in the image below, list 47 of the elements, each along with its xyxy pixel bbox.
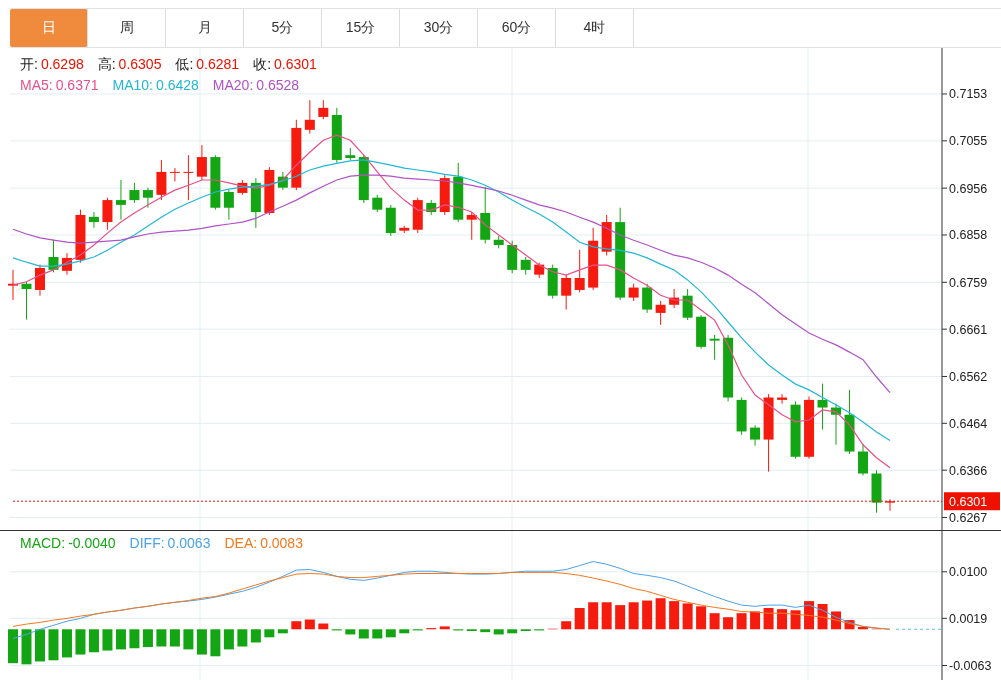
legend-label: MA5: xyxy=(20,77,53,94)
legend-label: 开: xyxy=(20,56,38,73)
y-tick-label: 0.0019 xyxy=(949,611,988,626)
legend-label: 低: xyxy=(175,56,194,73)
axis-label: 0.0019 xyxy=(941,611,988,626)
axis-label: 0.6464 xyxy=(941,416,988,431)
y-tick-label: 0.7055 xyxy=(949,134,988,149)
y-tick-label: 0.6858 xyxy=(949,228,988,243)
legend-value: -0.0040 xyxy=(68,535,116,552)
legend-value: 0.0083 xyxy=(260,535,303,552)
legend-value: 0.6428 xyxy=(156,77,199,94)
axis-label: 0.6956 xyxy=(941,181,988,196)
legend-value: 0.6371 xyxy=(55,77,99,94)
current-price-label: 0.6301 xyxy=(944,492,1000,511)
legend-label: MA20: xyxy=(212,77,254,94)
y-tick-label: 0.6956 xyxy=(949,181,988,196)
y-tick-label: 0.7153 xyxy=(949,87,988,102)
y-tick-label: 0.6366 xyxy=(949,463,988,478)
axis-label: 0.0100 xyxy=(941,565,988,580)
y-tick-label: 0.0100 xyxy=(949,565,988,580)
y-tick-label: 0.6267 xyxy=(949,510,988,525)
legend-value: 0.6528 xyxy=(256,77,300,94)
y-tick-label: 0.6759 xyxy=(949,275,988,290)
legend-value: 0.6298 xyxy=(40,56,84,73)
axis-label: 0.6759 xyxy=(941,275,988,290)
y-tick-label: 0.6562 xyxy=(949,369,988,384)
legend-label: DIFF: xyxy=(129,535,165,552)
legend-value: 0.6305 xyxy=(118,56,162,73)
axis-label: 0.6366 xyxy=(941,463,988,478)
legend-label: MACD: xyxy=(20,535,66,552)
legend-value: 0.6301 xyxy=(274,56,317,73)
legend-value: 0.6281 xyxy=(196,56,240,73)
axis-label: 0.6267 xyxy=(941,511,988,525)
legend-label: 收: xyxy=(253,56,272,73)
axis-label: 0.6858 xyxy=(941,228,988,243)
legend-label: MA10: xyxy=(112,77,153,94)
y-tick-label: -0.0063 xyxy=(949,658,992,673)
legend-label: DEA: xyxy=(224,535,258,552)
axis-label: 0.7055 xyxy=(941,134,988,149)
y-tick-label: 0.6661 xyxy=(949,322,988,337)
axis-label: 0.6661 xyxy=(941,322,988,337)
axis-label: 0.7153 xyxy=(941,87,988,102)
axis-label: -0.0063 xyxy=(941,659,992,673)
y-tick-label: 0.6464 xyxy=(949,416,988,431)
legend-value: 0.0063 xyxy=(167,535,211,552)
legend-label: 高: xyxy=(97,56,116,73)
axis-label: 0.6562 xyxy=(941,369,988,384)
